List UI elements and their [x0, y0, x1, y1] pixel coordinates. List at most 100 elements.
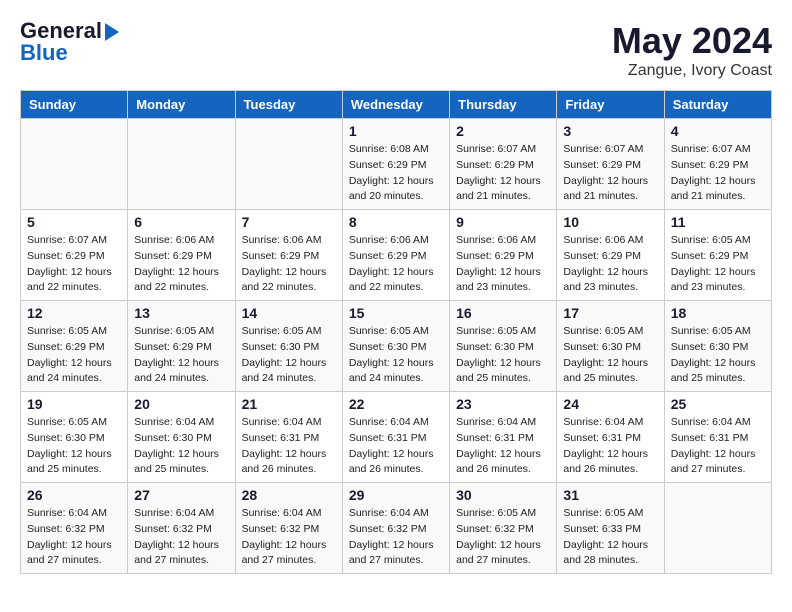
day-number: 8: [349, 214, 443, 230]
calendar-cell: [128, 119, 235, 210]
calendar-cell: 6 Sunrise: 6:06 AM Sunset: 6:29 PM Daylig…: [128, 210, 235, 301]
day-number: 9: [456, 214, 550, 230]
day-info: Sunrise: 6:04 AM Sunset: 6:32 PM Dayligh…: [242, 506, 336, 569]
day-number: 28: [242, 487, 336, 503]
day-number: 24: [563, 396, 657, 412]
day-number: 19: [27, 396, 121, 412]
calendar-cell: 21 Sunrise: 6:04 AM Sunset: 6:31 PM Dayli…: [235, 392, 342, 483]
weekday-header-saturday: Saturday: [664, 91, 771, 119]
day-number: 31: [563, 487, 657, 503]
calendar-cell: 25 Sunrise: 6:04 AM Sunset: 6:31 PM Dayli…: [664, 392, 771, 483]
calendar-cell: 30 Sunrise: 6:05 AM Sunset: 6:32 PM Dayli…: [450, 483, 557, 574]
day-number: 13: [134, 305, 228, 321]
calendar-cell: 29Sunrise: 6:04 AM Sunset: 6:32 PM Dayli…: [342, 483, 449, 574]
day-info: Sunrise: 6:05 AM Sunset: 6:29 PM Dayligh…: [671, 233, 765, 296]
calendar-cell: 10Sunrise: 6:06 AM Sunset: 6:29 PM Dayli…: [557, 210, 664, 301]
week-row-1: 1 Sunrise: 6:08 AM Sunset: 6:29 PM Daylig…: [21, 119, 772, 210]
day-number: 1: [349, 123, 443, 139]
page-header: General Blue May 2024 Zangue, Ivory Coas…: [20, 20, 772, 80]
weekday-header-thursday: Thursday: [450, 91, 557, 119]
week-row-2: 5 Sunrise: 6:07 AM Sunset: 6:29 PM Daylig…: [21, 210, 772, 301]
calendar-cell: 27Sunrise: 6:04 AM Sunset: 6:32 PM Dayli…: [128, 483, 235, 574]
day-number: 3: [563, 123, 657, 139]
day-number: 12: [27, 305, 121, 321]
calendar-cell: 8 Sunrise: 6:06 AM Sunset: 6:29 PM Daylig…: [342, 210, 449, 301]
day-info: Sunrise: 6:05 AM Sunset: 6:30 PM Dayligh…: [27, 415, 121, 478]
logo-blue: Blue: [20, 40, 68, 65]
calendar-cell: 9 Sunrise: 6:06 AM Sunset: 6:29 PM Daylig…: [450, 210, 557, 301]
calendar-cell: 1 Sunrise: 6:08 AM Sunset: 6:29 PM Daylig…: [342, 119, 449, 210]
day-info: Sunrise: 6:05 AM Sunset: 6:30 PM Dayligh…: [456, 324, 550, 387]
day-info: Sunrise: 6:05 AM Sunset: 6:30 PM Dayligh…: [242, 324, 336, 387]
calendar-cell: 18 Sunrise: 6:05 AM Sunset: 6:30 PM Dayli…: [664, 301, 771, 392]
day-number: 15: [349, 305, 443, 321]
weekday-header-friday: Friday: [557, 91, 664, 119]
day-number: 18: [671, 305, 765, 321]
day-info: Sunrise: 6:06 AM Sunset: 6:29 PM Dayligh…: [134, 233, 228, 296]
calendar-cell: [21, 119, 128, 210]
weekday-header-sunday: Sunday: [21, 91, 128, 119]
calendar-cell: [235, 119, 342, 210]
day-number: 29: [349, 487, 443, 503]
day-info: Sunrise: 6:05 AM Sunset: 6:30 PM Dayligh…: [671, 324, 765, 387]
day-number: 16: [456, 305, 550, 321]
day-info: Sunrise: 6:07 AM Sunset: 6:29 PM Dayligh…: [671, 142, 765, 205]
day-info: Sunrise: 6:06 AM Sunset: 6:29 PM Dayligh…: [349, 233, 443, 296]
day-number: 2: [456, 123, 550, 139]
day-info: Sunrise: 6:04 AM Sunset: 6:32 PM Dayligh…: [134, 506, 228, 569]
day-info: Sunrise: 6:04 AM Sunset: 6:31 PM Dayligh…: [671, 415, 765, 478]
day-number: 23: [456, 396, 550, 412]
calendar-cell: 2Sunrise: 6:07 AM Sunset: 6:29 PM Daylig…: [450, 119, 557, 210]
calendar-cell: 13 Sunrise: 6:05 AM Sunset: 6:29 PM Dayli…: [128, 301, 235, 392]
calendar-cell: 15 Sunrise: 6:05 AM Sunset: 6:30 PM Dayli…: [342, 301, 449, 392]
day-info: Sunrise: 6:08 AM Sunset: 6:29 PM Dayligh…: [349, 142, 443, 205]
calendar-cell: 4Sunrise: 6:07 AM Sunset: 6:29 PM Daylig…: [664, 119, 771, 210]
day-info: Sunrise: 6:05 AM Sunset: 6:33 PM Dayligh…: [563, 506, 657, 569]
calendar-cell: 19 Sunrise: 6:05 AM Sunset: 6:30 PM Dayli…: [21, 392, 128, 483]
day-number: 5: [27, 214, 121, 230]
location-subtitle: Zangue, Ivory Coast: [612, 62, 772, 80]
calendar-cell: [664, 483, 771, 574]
day-info: Sunrise: 6:07 AM Sunset: 6:29 PM Dayligh…: [27, 233, 121, 296]
month-year-title: May 2024: [612, 20, 772, 62]
day-info: Sunrise: 6:04 AM Sunset: 6:31 PM Dayligh…: [349, 415, 443, 478]
day-info: Sunrise: 6:05 AM Sunset: 6:32 PM Dayligh…: [456, 506, 550, 569]
calendar-cell: 26Sunrise: 6:04 AM Sunset: 6:32 PM Dayli…: [21, 483, 128, 574]
day-info: Sunrise: 6:04 AM Sunset: 6:31 PM Dayligh…: [456, 415, 550, 478]
day-info: Sunrise: 6:04 AM Sunset: 6:32 PM Dayligh…: [27, 506, 121, 569]
week-row-3: 12 Sunrise: 6:05 AM Sunset: 6:29 PM Dayli…: [21, 301, 772, 392]
calendar-cell: 28 Sunrise: 6:04 AM Sunset: 6:32 PM Dayli…: [235, 483, 342, 574]
day-info: Sunrise: 6:05 AM Sunset: 6:29 PM Dayligh…: [27, 324, 121, 387]
day-info: Sunrise: 6:06 AM Sunset: 6:29 PM Dayligh…: [242, 233, 336, 296]
week-row-5: 26Sunrise: 6:04 AM Sunset: 6:32 PM Dayli…: [21, 483, 772, 574]
weekday-header-tuesday: Tuesday: [235, 91, 342, 119]
calendar-cell: 3Sunrise: 6:07 AM Sunset: 6:29 PM Daylig…: [557, 119, 664, 210]
day-number: 14: [242, 305, 336, 321]
day-number: 30: [456, 487, 550, 503]
day-number: 25: [671, 396, 765, 412]
day-info: Sunrise: 6:05 AM Sunset: 6:30 PM Dayligh…: [563, 324, 657, 387]
day-info: Sunrise: 6:05 AM Sunset: 6:29 PM Dayligh…: [134, 324, 228, 387]
day-info: Sunrise: 6:05 AM Sunset: 6:30 PM Dayligh…: [349, 324, 443, 387]
week-row-4: 19 Sunrise: 6:05 AM Sunset: 6:30 PM Dayli…: [21, 392, 772, 483]
calendar-cell: 31 Sunrise: 6:05 AM Sunset: 6:33 PM Dayli…: [557, 483, 664, 574]
calendar-cell: 5 Sunrise: 6:07 AM Sunset: 6:29 PM Daylig…: [21, 210, 128, 301]
day-number: 21: [242, 396, 336, 412]
calendar-cell: 24Sunrise: 6:04 AM Sunset: 6:31 PM Dayli…: [557, 392, 664, 483]
logo: General Blue: [20, 20, 119, 65]
day-info: Sunrise: 6:06 AM Sunset: 6:29 PM Dayligh…: [456, 233, 550, 296]
day-info: Sunrise: 6:04 AM Sunset: 6:30 PM Dayligh…: [134, 415, 228, 478]
day-info: Sunrise: 6:06 AM Sunset: 6:29 PM Dayligh…: [563, 233, 657, 296]
calendar-cell: 23 Sunrise: 6:04 AM Sunset: 6:31 PM Dayli…: [450, 392, 557, 483]
calendar-cell: 11 Sunrise: 6:05 AM Sunset: 6:29 PM Dayli…: [664, 210, 771, 301]
calendar-cell: 12 Sunrise: 6:05 AM Sunset: 6:29 PM Dayli…: [21, 301, 128, 392]
day-number: 17: [563, 305, 657, 321]
calendar-table: SundayMondayTuesdayWednesdayThursdayFrid…: [20, 90, 772, 574]
day-number: 11: [671, 214, 765, 230]
day-number: 22: [349, 396, 443, 412]
day-info: Sunrise: 6:04 AM Sunset: 6:31 PM Dayligh…: [242, 415, 336, 478]
day-number: 6: [134, 214, 228, 230]
logo-text: General: [20, 20, 119, 42]
day-number: 20: [134, 396, 228, 412]
title-block: May 2024 Zangue, Ivory Coast: [612, 20, 772, 80]
